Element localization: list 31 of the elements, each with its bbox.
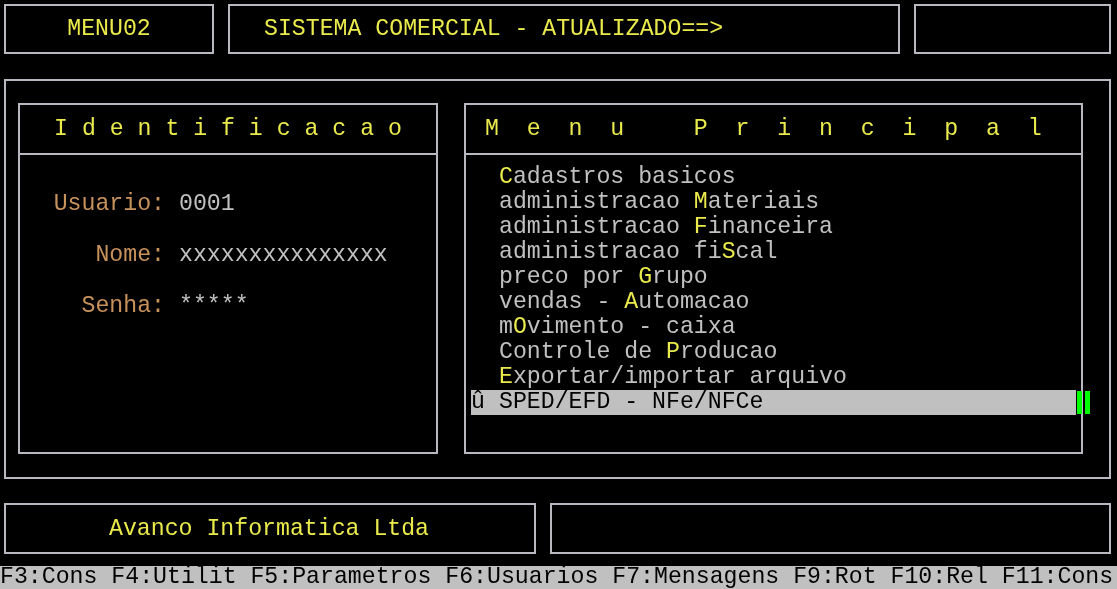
function-key-label[interactable]: F11:Cons: [1001, 566, 1114, 589]
field-value: xxxxxxxxxxxxxxx: [179, 242, 389, 268]
function-key-label[interactable]: F9:Rot: [793, 566, 877, 589]
menu-item[interactable]: Controle de Producao: [499, 340, 778, 365]
menu-item[interactable]: mOvimento - caixa: [499, 315, 736, 340]
menu-item[interactable]: administracao Materiais: [499, 190, 820, 215]
menu-item[interactable]: vendas - Automacao: [499, 290, 750, 315]
function-key-label[interactable]: F5:Parametros: [250, 566, 432, 589]
field-value: 0001: [179, 191, 236, 217]
field-value: *****: [179, 293, 250, 319]
menu-item[interactable]: Cadastros basicos: [499, 165, 736, 190]
selection-marker: û: [471, 389, 485, 415]
company-name: Avanco Informatica Ltda: [109, 515, 430, 542]
function-key-label[interactable]: F3:Cons: [0, 566, 98, 589]
menu-item[interactable]: administracao fiScal: [499, 240, 778, 265]
function-key-label[interactable]: F4:Utilit: [111, 566, 237, 589]
field-label: Usuario:: [53, 191, 165, 217]
panel-title: M e n u P r i n c i p a l: [485, 116, 1042, 142]
system-title: SISTEMA COMERCIAL - ATUALIZADO==>: [264, 16, 724, 42]
panel-title: I d e n t i f i c a c a o: [54, 116, 402, 142]
function-key-label[interactable]: F7:Mensagens: [612, 566, 780, 589]
function-key-label[interactable]: F6:Usuarios: [445, 566, 599, 589]
field-label: Nome:: [95, 242, 165, 268]
menu-item[interactable]: preco por Grupo: [499, 265, 708, 290]
menu-item[interactable]: Exportar/importar arquivo: [499, 365, 847, 390]
cursor-icon: [1077, 391, 1090, 414]
function-key-label[interactable]: F10:Rel: [890, 566, 988, 589]
field-label: Senha:: [81, 293, 165, 319]
menu-item[interactable]: administracao Financeira: [499, 215, 833, 240]
menu-item[interactable]: SPED/EFD - NFe/NFCe: [499, 390, 764, 415]
program-name: MENU02: [67, 16, 151, 42]
